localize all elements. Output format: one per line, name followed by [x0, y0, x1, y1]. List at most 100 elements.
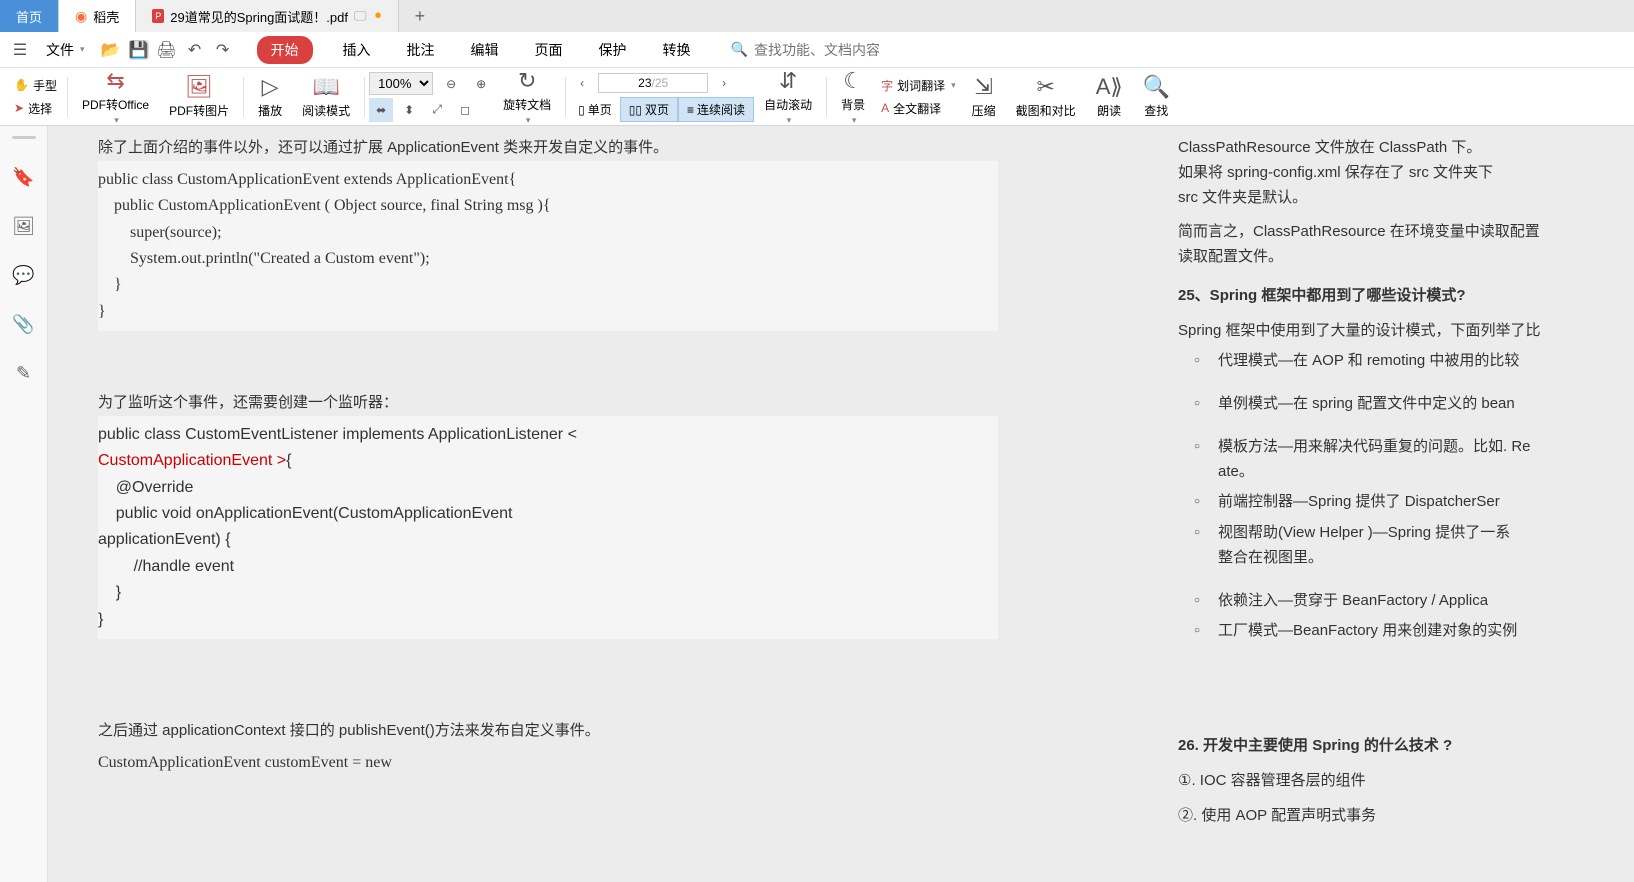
code-text: public class CustomEventListener impleme… — [98, 426, 577, 443]
hamburger-icon[interactable]: ☰ — [10, 40, 30, 60]
book-icon: 📖 — [312, 74, 339, 100]
list-text: 视图帮助(View Helper )—Spring 提供了一系 — [1218, 524, 1510, 541]
rotate-doc[interactable]: ↻旋转文档 — [493, 68, 561, 126]
play-label: 播放 — [258, 102, 282, 119]
tab-shell-label: 稻壳 — [93, 7, 119, 26]
file-menu[interactable]: 文件 — [38, 36, 93, 64]
menu-annotate[interactable]: 批注 — [401, 36, 441, 64]
menu-edit[interactable]: 编辑 — [465, 36, 505, 64]
rotate-label: 旋转文档 — [503, 96, 551, 113]
view-double[interactable]: ▯▯双页 — [620, 97, 678, 122]
convert-image-icon: 🖼 — [185, 74, 213, 100]
fit-selection-icon[interactable]: ◻ — [453, 98, 477, 122]
compress[interactable]: ⇲压缩 — [962, 74, 1006, 119]
full-translate-label: 全文翻译 — [893, 100, 941, 117]
search-box[interactable]: 🔍 — [731, 41, 934, 58]
menu-convert[interactable]: 转换 — [657, 36, 697, 64]
paragraph: 读取配置文件。 — [1178, 245, 1634, 270]
menu-bar: ☰ 文件 📂 💾 🖨 ↶ ↷ 开始 插入 批注 编辑 页面 保护 转换 🔍 — [0, 32, 1634, 68]
list-item: 依赖注入—贯穿于 BeanFactory / Applica — [1218, 589, 1634, 614]
menu-start[interactable]: 开始 — [257, 36, 313, 64]
toolbar: ✋手型 ➤选择 ⇆PDF转Office 🖼PDF转图片 ▷ 播放 📖 阅读模式 10… — [0, 68, 1634, 126]
list-item: 前端控制器—Spring 提供了 DispatcherSer — [1218, 490, 1634, 515]
pdf-to-office[interactable]: ⇆PDF转Office — [72, 68, 159, 126]
speaker-icon: A⟫ — [1096, 74, 1123, 100]
moon-icon: ☾ — [843, 68, 863, 94]
tab-bar: 首页 ◉ 稻壳 P 29道常见的Spring面试题！.pdf 🖵 • + — [0, 0, 1634, 32]
read-aloud-label: 朗读 — [1097, 102, 1121, 119]
attachment-icon[interactable]: 📎 — [12, 314, 34, 335]
left-gutter: 🔖 🖼 💬 📎 ✎ — [0, 126, 48, 882]
heading-25: 25、Spring 框架中都用到了哪些设计模式? — [1178, 284, 1634, 309]
redo-icon[interactable]: ↷ — [213, 40, 233, 60]
paragraph: 除了上面介绍的事件以外，还可以通过扩展 ApplicationEvent 类来开… — [98, 136, 998, 161]
play-button[interactable]: ▷ 播放 — [248, 74, 292, 119]
menu-insert[interactable]: 插入 — [337, 36, 377, 64]
undo-icon[interactable]: ↶ — [185, 40, 205, 60]
save-icon[interactable]: 💾 — [129, 40, 149, 60]
background[interactable]: ☾背景 — [831, 68, 875, 126]
hand-icon: ✋ — [14, 78, 29, 92]
fit-page-icon[interactable]: ⬍ — [397, 98, 421, 122]
bookmark-icon[interactable]: 🔖 — [12, 167, 34, 188]
search-input[interactable] — [754, 42, 934, 58]
page-viewer[interactable]: 除了上面介绍的事件以外，还可以通过扩展 ApplicationEvent 类来开… — [48, 126, 1634, 882]
word-translate[interactable]: 字划词翻译 — [875, 75, 962, 96]
read-mode[interactable]: 📖 阅读模式 — [292, 74, 360, 119]
paragraph: 为了监听这个事件，还需要创建一个监听器： — [98, 391, 998, 416]
zoom-in[interactable]: ⊕ — [469, 72, 493, 96]
single-icon: ▯ — [578, 103, 585, 117]
compress-icon: ⇲ — [974, 74, 992, 100]
screenshot-compare[interactable]: ✂截图和对比 — [1006, 74, 1086, 119]
page-current[interactable]: 23 — [638, 76, 651, 90]
auto-scroll[interactable]: ⇵ 自动滚动 — [754, 68, 822, 126]
signature-icon[interactable]: ✎ — [16, 363, 31, 384]
flame-icon: ◉ — [75, 8, 87, 25]
tab-add[interactable]: + — [399, 0, 442, 32]
continuous-icon: ≡ — [687, 103, 694, 117]
zoom-select[interactable]: 100% — [369, 72, 433, 95]
find-label: 查找 — [1144, 102, 1168, 119]
auto-scroll-label: 自动滚动 — [764, 96, 812, 113]
tab-document[interactable]: P 29道常见的Spring面试题！.pdf 🖵 • — [136, 0, 398, 32]
image-icon[interactable]: 🖼 — [12, 216, 35, 237]
print-icon[interactable]: 🖨 — [157, 40, 177, 60]
gutter-handle[interactable] — [12, 136, 36, 139]
page-prev[interactable]: ‹ — [570, 71, 594, 95]
tab-home[interactable]: 首页 — [0, 0, 59, 32]
open-icon[interactable]: 📂 — [101, 40, 121, 60]
zoom-out[interactable]: ⊖ — [439, 72, 463, 96]
pdf-to-image[interactable]: 🖼PDF转图片 — [159, 74, 239, 119]
tab-shell[interactable]: ◉ 稻壳 — [59, 0, 136, 32]
convert-office-icon: ⇆ — [106, 68, 124, 94]
double-icon: ▯▯ — [629, 103, 642, 117]
translate-full-icon: A — [881, 101, 889, 115]
page-next[interactable]: › — [712, 71, 736, 95]
list-text: ate。 — [1218, 463, 1254, 480]
page-total: /25 — [652, 76, 669, 90]
pdf-icon: P — [152, 9, 164, 23]
menu-page[interactable]: 页面 — [529, 36, 569, 64]
view-continuous[interactable]: ≡连续阅读 — [678, 97, 754, 122]
list-item: 代理模式—在 AOP 和 remoting 中被用的比较 — [1218, 349, 1634, 374]
hand-tool[interactable]: ✋手型 — [8, 75, 63, 96]
select-tool[interactable]: ➤选择 — [8, 98, 63, 119]
fit-width-icon[interactable]: ⬌ — [369, 98, 393, 122]
code-text: { @Override public void onApplicationEve… — [98, 452, 512, 627]
translate-word-icon: 字 — [881, 77, 893, 94]
full-translate[interactable]: A 全文翻译 — [875, 98, 962, 119]
read-mode-label: 阅读模式 — [302, 102, 350, 119]
play-icon: ▷ — [262, 74, 279, 100]
paragraph: ①. IOC 容器管理各层的组件 — [1178, 769, 1634, 794]
scroll-icon: ⇵ — [779, 68, 797, 94]
list-item: 单例模式—在 spring 配置文件中定义的 bean — [1218, 392, 1634, 417]
find[interactable]: 🔍查找 — [1133, 74, 1180, 119]
menu-protect[interactable]: 保护 — [593, 36, 633, 64]
comment-icon[interactable]: 💬 — [12, 265, 34, 286]
fit-actual-icon[interactable]: ⤢ — [425, 98, 449, 122]
code-text-red: CustomApplicationEvent > — [98, 452, 286, 469]
list-item: 模板方法—用来解决代码重复的问题。比如. Reate。 — [1218, 435, 1634, 485]
view-single[interactable]: ▯单页 — [570, 97, 620, 122]
read-aloud[interactable]: A⟫ 朗读 — [1086, 74, 1133, 119]
continuous-label: 连续阅读 — [697, 101, 745, 118]
